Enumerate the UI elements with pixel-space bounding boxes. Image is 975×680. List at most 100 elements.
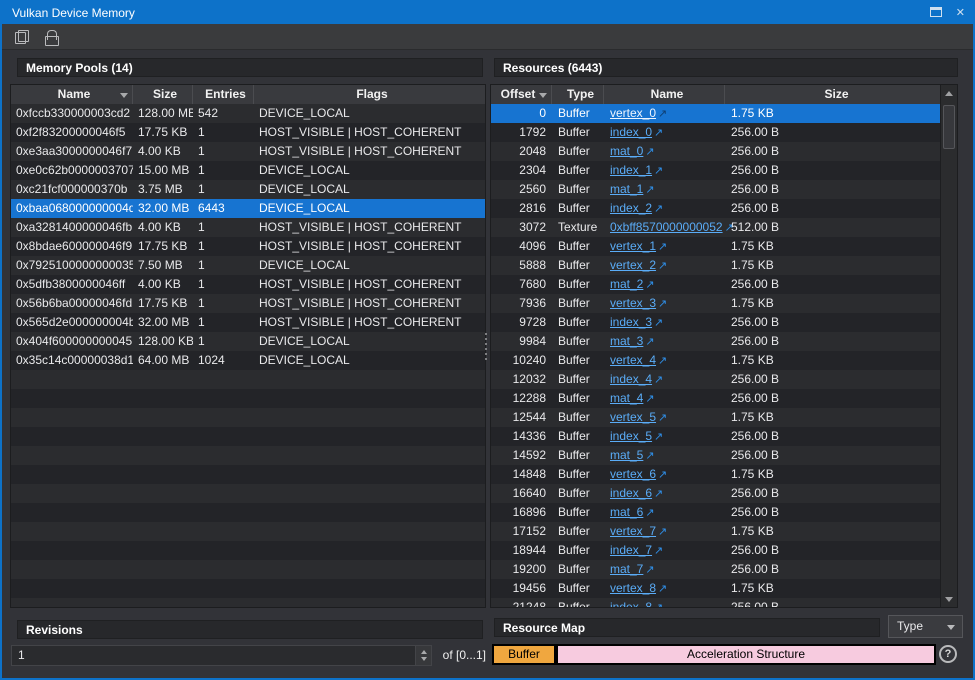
open-resource-icon[interactable]: ↗ xyxy=(658,260,667,272)
memory-pool-row[interactable]: 0xe0c62b000000370715.00 MB1DEVICE_LOCAL xyxy=(11,161,485,180)
map-grouping-dropdown[interactable]: Type xyxy=(888,615,963,638)
open-resource-icon[interactable]: ↗ xyxy=(645,450,654,462)
open-resource-icon[interactable]: ↗ xyxy=(658,108,667,120)
copy-button[interactable] xyxy=(10,27,32,47)
resource-link[interactable]: index_6 xyxy=(610,486,652,500)
resource-map-segment[interactable]: Buffer xyxy=(492,644,556,665)
open-resource-icon[interactable]: ↗ xyxy=(658,583,667,595)
scroll-down-button[interactable] xyxy=(941,591,957,607)
resource-row[interactable]: 14592Buffermat_5↗256.00 B xyxy=(491,446,942,465)
memory-pool-row[interactable]: 0xfccb330000003cd2128.00 MB542DEVICE_LOC… xyxy=(11,104,485,123)
memory-pool-row[interactable]: 0xf2f83200000046f517.75 KB1HOST_VISIBLE … xyxy=(11,123,485,142)
resource-row[interactable]: 2560Buffermat_1↗256.00 B xyxy=(491,180,942,199)
resource-link[interactable]: mat_1 xyxy=(610,182,643,196)
resources-scrollbar[interactable] xyxy=(940,85,957,607)
memory-pool-row[interactable]: 0xe3aa3000000046f74.00 KB1HOST_VISIBLE |… xyxy=(11,142,485,161)
resource-link[interactable]: vertex_1 xyxy=(610,239,656,253)
column-header-size[interactable]: Size xyxy=(133,85,193,104)
resource-row[interactable]: 1792Bufferindex_0↗256.00 B xyxy=(491,123,942,142)
open-resource-icon[interactable]: ↗ xyxy=(654,545,663,557)
scrollbar-thumb[interactable] xyxy=(943,105,955,149)
resource-link[interactable]: mat_5 xyxy=(610,448,643,462)
resource-link[interactable]: vertex_6 xyxy=(610,467,656,481)
resource-row[interactable]: 16640Bufferindex_6↗256.00 B xyxy=(491,484,942,503)
open-resource-icon[interactable]: ↗ xyxy=(654,165,663,177)
resource-link[interactable]: index_8 xyxy=(610,600,652,608)
resource-link[interactable]: 0xbff8570000000052 xyxy=(610,220,723,234)
column-header-flags[interactable]: Flags xyxy=(254,85,485,104)
column-header-size[interactable]: Size xyxy=(725,85,942,104)
lock-button[interactable] xyxy=(40,27,62,47)
memory-pool-row[interactable]: 0xa3281400000046fb4.00 KB1HOST_VISIBLE |… xyxy=(11,218,485,237)
resource-link[interactable]: index_1 xyxy=(610,163,652,177)
open-resource-icon[interactable]: ↗ xyxy=(645,336,654,348)
resource-link[interactable]: mat_0 xyxy=(610,144,643,158)
open-resource-icon[interactable]: ↗ xyxy=(645,393,654,405)
open-resource-icon[interactable]: ↗ xyxy=(654,488,663,500)
open-resource-icon[interactable]: ↗ xyxy=(658,412,667,424)
open-resource-icon[interactable]: ↗ xyxy=(658,469,667,481)
open-resource-icon[interactable]: ↗ xyxy=(654,602,663,608)
memory-pool-row[interactable]: 0xbaa068000000004d32.00 MB6443DEVICE_LOC… xyxy=(11,199,485,218)
open-resource-icon[interactable]: ↗ xyxy=(658,298,667,310)
float-window-icon[interactable] xyxy=(930,2,942,24)
column-header-type[interactable]: Type xyxy=(552,85,604,104)
title-bar[interactable]: Vulkan Device Memory ✕ xyxy=(2,2,973,24)
panel-splitter[interactable] xyxy=(483,84,489,608)
resource-link[interactable]: vertex_2 xyxy=(610,258,656,272)
resource-row[interactable]: 3072Texture0xbff8570000000052↗512.00 B xyxy=(491,218,942,237)
resource-link[interactable]: vertex_8 xyxy=(610,581,656,595)
resource-row[interactable]: 12032Bufferindex_4↗256.00 B xyxy=(491,370,942,389)
memory-pool-row[interactable]: 0x5dfb3800000046ff4.00 KB1HOST_VISIBLE |… xyxy=(11,275,485,294)
open-resource-icon[interactable]: ↗ xyxy=(654,203,663,215)
resource-row[interactable]: 2048Buffermat_0↗256.00 B xyxy=(491,142,942,161)
open-resource-icon[interactable]: ↗ xyxy=(658,355,667,367)
resource-link[interactable]: index_3 xyxy=(610,315,652,329)
resource-row[interactable]: 18944Bufferindex_7↗256.00 B xyxy=(491,541,942,560)
memory-pool-row[interactable]: 0xc21fcf000000370b3.75 MB1DEVICE_LOCAL xyxy=(11,180,485,199)
open-resource-icon[interactable]: ↗ xyxy=(645,146,654,158)
resource-link[interactable]: mat_7 xyxy=(610,562,643,576)
resource-link[interactable]: mat_2 xyxy=(610,277,643,291)
close-icon[interactable]: ✕ xyxy=(956,8,965,18)
memory-pool-row[interactable]: 0x404f600000000045128.00 KB1DEVICE_LOCAL xyxy=(11,332,485,351)
open-resource-icon[interactable]: ↗ xyxy=(658,241,667,253)
resource-row[interactable]: 10240Buffervertex_4↗1.75 KB xyxy=(491,351,942,370)
memory-pool-row[interactable]: 0x79251000000000357.50 MB1DEVICE_LOCAL xyxy=(11,256,485,275)
resource-link[interactable]: index_0 xyxy=(610,125,652,139)
resource-row[interactable]: 12544Buffervertex_5↗1.75 KB xyxy=(491,408,942,427)
resource-row[interactable]: 21248Bufferindex_8↗256.00 B xyxy=(491,598,942,608)
open-resource-icon[interactable]: ↗ xyxy=(654,374,663,386)
resource-row[interactable]: 4096Buffervertex_1↗1.75 KB xyxy=(491,237,942,256)
resource-row[interactable]: 12288Buffermat_4↗256.00 B xyxy=(491,389,942,408)
resource-link[interactable]: vertex_5 xyxy=(610,410,656,424)
open-resource-icon[interactable]: ↗ xyxy=(658,526,667,538)
column-header-entries[interactable]: Entries xyxy=(193,85,254,104)
resource-link[interactable]: mat_4 xyxy=(610,391,643,405)
revision-spinbox[interactable]: 1 xyxy=(11,645,432,666)
open-resource-icon[interactable]: ↗ xyxy=(654,431,663,443)
open-resource-icon[interactable]: ↗ xyxy=(654,317,663,329)
resource-map-segment[interactable]: Acceleration Structure xyxy=(556,644,936,665)
resource-row[interactable]: 7936Buffervertex_3↗1.75 KB xyxy=(491,294,942,313)
resource-row[interactable]: 5888Buffervertex_2↗1.75 KB xyxy=(491,256,942,275)
resource-row[interactable]: 19200Buffermat_7↗256.00 B xyxy=(491,560,942,579)
column-header-offset[interactable]: Offset xyxy=(491,85,552,104)
memory-pool-row[interactable]: 0x56b6ba00000046fd17.75 KB1HOST_VISIBLE … xyxy=(11,294,485,313)
resource-link[interactable]: index_5 xyxy=(610,429,652,443)
open-resource-icon[interactable]: ↗ xyxy=(654,127,663,139)
resource-row[interactable]: 2816Bufferindex_2↗256.00 B xyxy=(491,199,942,218)
resource-link[interactable]: index_2 xyxy=(610,201,652,215)
column-header-name[interactable]: Name xyxy=(11,85,133,104)
resource-row[interactable]: 19456Buffervertex_8↗1.75 KB xyxy=(491,579,942,598)
resource-link[interactable]: mat_6 xyxy=(610,505,643,519)
resource-row[interactable]: 2304Bufferindex_1↗256.00 B xyxy=(491,161,942,180)
column-header-name[interactable]: Name xyxy=(604,85,725,104)
open-resource-icon[interactable]: ↗ xyxy=(645,279,654,291)
resource-row[interactable]: 9984Buffermat_3↗256.00 B xyxy=(491,332,942,351)
memory-pool-row[interactable]: 0x35c14c00000038d164.00 MB1024DEVICE_LOC… xyxy=(11,351,485,370)
open-resource-icon[interactable]: ↗ xyxy=(645,507,654,519)
memory-pool-row[interactable]: 0x8bdae600000046f917.75 KB1HOST_VISIBLE … xyxy=(11,237,485,256)
scroll-up-button[interactable] xyxy=(941,85,957,101)
resource-row[interactable]: 7680Buffermat_2↗256.00 B xyxy=(491,275,942,294)
